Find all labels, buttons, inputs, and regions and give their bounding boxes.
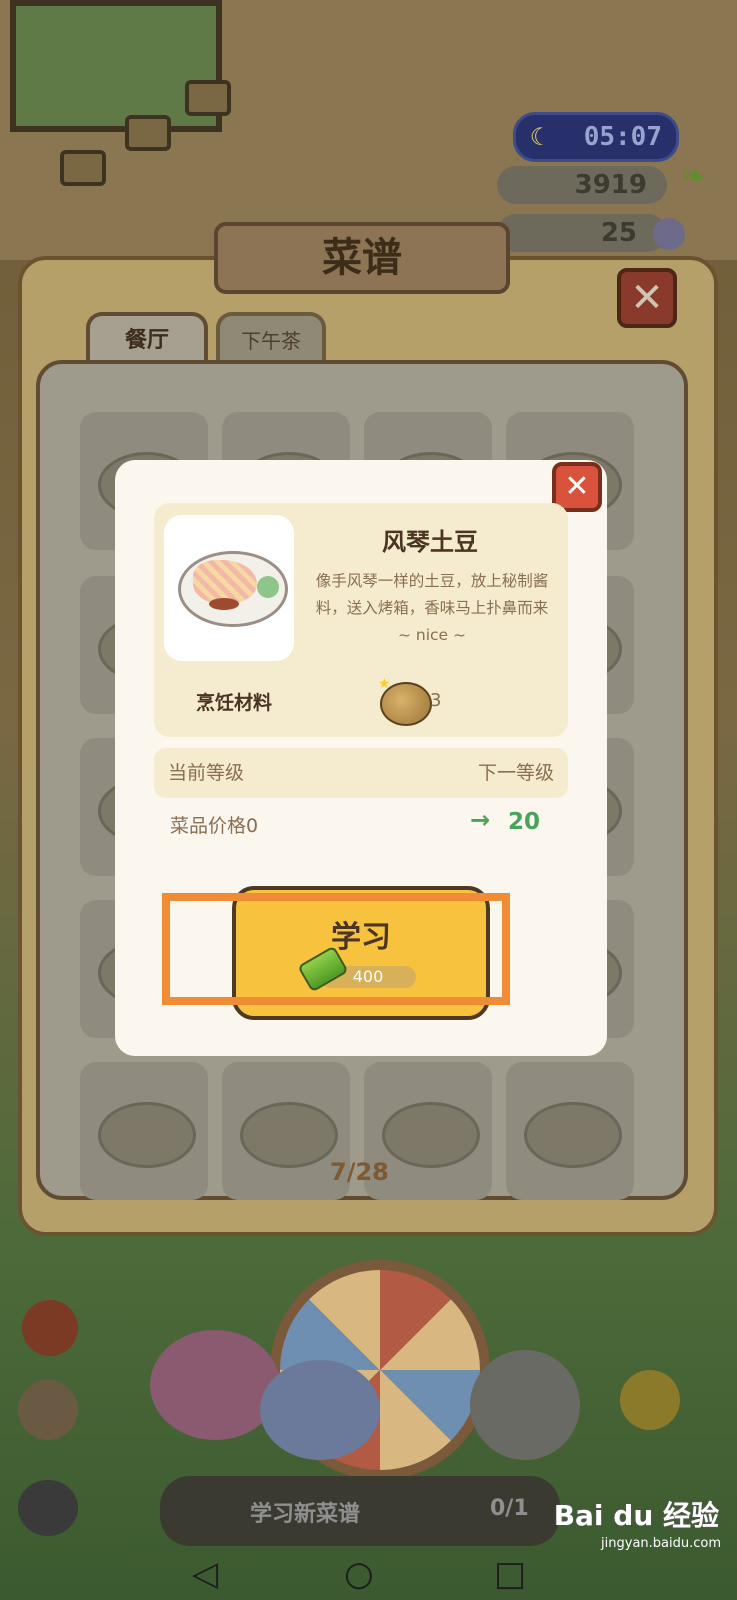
recipe-book-title: 菜谱 [214,222,510,294]
currency-counter: 3919 ❧ [497,159,707,204]
sauce [209,598,239,610]
next-level-label: 下一等级 [477,762,554,784]
clock-time: 05:07 [583,122,662,152]
recipe-card[interactable] [80,1062,208,1200]
shop-icon[interactable] [18,1380,78,1440]
star-icon: ★ [378,676,391,692]
menu-icon[interactable] [22,1300,78,1356]
panda-character [470,1350,580,1460]
emoji-button-icon[interactable] [620,1370,680,1430]
learn-new-recipe-label: 学习新菜谱 [250,1502,361,1527]
accordion-potato-dish-image [178,551,288,627]
tab-restaurant[interactable]: 餐厅 [86,312,208,362]
dish-icon [382,1102,480,1168]
system-nav-bar: ◁ ○ □ [0,1548,737,1600]
orb-icon [653,218,685,250]
dish-thumbnail [164,515,294,661]
highlight-box [162,893,510,1005]
next-price-value: 20 [508,809,541,835]
dish-icon [98,1102,196,1168]
recipe-card[interactable] [506,1062,634,1200]
recipe-book-close-button[interactable]: ✕ [617,268,677,328]
dish-name: 风琴土豆 [382,528,478,556]
dish-price-label: 菜品价格0 [170,815,259,837]
stool [125,115,171,151]
dish-icon [240,1102,338,1168]
paw-icon[interactable] [18,1480,78,1536]
current-level-label: 当前等级 [168,762,245,784]
dish-description: 像手风琴一样的土豆，放上秘制酱料，送入烤箱，香味马上扑鼻而来 ~ nice ~ [315,572,549,644]
garnish [257,576,279,598]
gem-counter: 25 [497,214,685,252]
learn-new-recipe-count: 0/1 [490,1496,529,1521]
time-display: ☾ 05:07 [513,112,679,162]
page-counter: 7/28 [330,1158,389,1186]
tab-afternoon-tea[interactable]: 下午茶 [216,312,326,362]
ingredients-label: 烹饪材料 [196,692,273,714]
gem-amount: 25 [600,218,637,248]
cloud-decoration [260,1360,380,1460]
arrow-right-icon: → [470,806,491,834]
back-icon[interactable]: ◁ [192,1556,218,1592]
level-header: 当前等级 下一等级 [154,748,568,798]
recents-icon[interactable]: □ [494,1556,526,1592]
learn-new-recipe-bar[interactable]: 学习新菜谱 0/1 [160,1476,560,1546]
dish-icon [524,1102,622,1168]
baidu-watermark: Bai du 经验 [553,1499,719,1532]
potato-icon: ★ [378,676,432,726]
currency-amount: 3919 [574,170,647,200]
moon-icon: ☾ [530,123,545,151]
stool [60,150,106,186]
bamboo-icon: ❧ [681,159,707,194]
watermark-url: jingyan.baidu.com [601,1536,721,1551]
stool [185,80,231,116]
home-icon[interactable]: ○ [344,1556,374,1592]
cloud-decoration [150,1330,280,1440]
ingredient-count: 3 [430,690,442,711]
